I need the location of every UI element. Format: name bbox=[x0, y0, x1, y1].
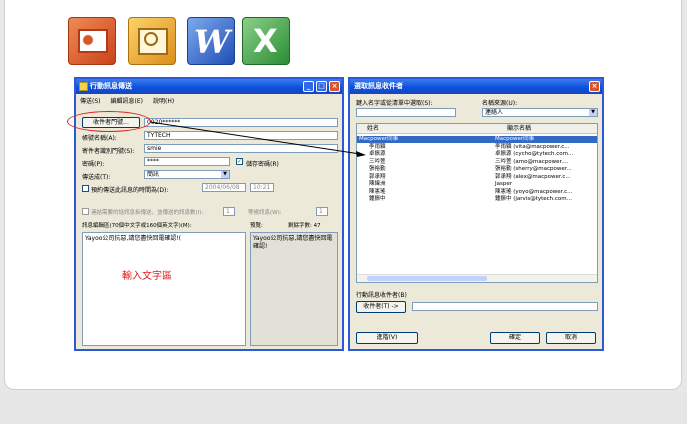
contact-name: 卓振源 bbox=[369, 151, 386, 157]
footer-bar bbox=[0, 392, 687, 424]
save-password-checkbox[interactable]: ✓ bbox=[236, 158, 243, 165]
send-window-toolbar: 傳送(S) 編輯訊息(E) 說明(H) bbox=[76, 94, 342, 107]
column-header-row: 姓名 顯示名稱 bbox=[357, 124, 597, 134]
contact-name: 鍾振中 bbox=[369, 196, 386, 202]
horizontal-scrollbar[interactable] bbox=[357, 274, 597, 282]
contact-name: 陳憲瑤 bbox=[369, 188, 386, 195]
add-recipient-button[interactable]: 收件者(T) -> bbox=[356, 301, 406, 313]
password-label: 密碼(P): bbox=[82, 161, 105, 168]
advanced-button[interactable]: 進階(V) bbox=[356, 332, 418, 344]
contact-row[interactable]: 鍾振中 鍾振中 (jarvis@tytech.com... bbox=[357, 196, 597, 203]
close-button[interactable]: × bbox=[589, 81, 600, 92]
long-message-count[interactable]: 1 bbox=[223, 207, 235, 216]
message-edit-area[interactable]: Yayoo公司抗惡,請您盡快回電確認!( bbox=[82, 232, 246, 346]
help-menu[interactable]: 說明(H) bbox=[153, 96, 174, 105]
contact-row[interactable]: 李雨穎 李雨穎 (vita@macpower.c... bbox=[357, 144, 597, 151]
close-button[interactable]: × bbox=[329, 81, 340, 92]
contact-row[interactable]: 陳緯洲 Jasper bbox=[357, 181, 597, 188]
input-area-annotation: 輸入文字區 bbox=[122, 271, 172, 282]
contact-display-name: 郭承翔 (alex@macpower.c... bbox=[495, 173, 571, 180]
contact-row[interactable]: 三吟萱 三吟萱 (amo@macpower.... bbox=[357, 159, 597, 166]
source-value: 連絡人 bbox=[485, 109, 504, 116]
maximize-button[interactable]: □ bbox=[316, 81, 327, 92]
contact-name: 郭承翔 bbox=[369, 173, 386, 180]
minimize-button[interactable]: _ bbox=[303, 81, 314, 92]
outlook-icon bbox=[128, 17, 176, 65]
display-column-header[interactable]: 顯示名稱 bbox=[507, 124, 531, 134]
sender-id-label: 寄件者識別門號(S): bbox=[82, 148, 135, 155]
contact-name: 李雨穎 bbox=[369, 143, 386, 150]
contact-row[interactable]: 張裕勤 張裕勤 (sherry@macpower... bbox=[357, 166, 597, 173]
recipient-highlight-oval bbox=[67, 111, 151, 132]
edit-message-menu[interactable]: 編輯訊息(E) bbox=[111, 96, 143, 105]
source-label: 名稱來源(U): bbox=[482, 100, 518, 107]
account-label: 帳號名稱(A): bbox=[82, 135, 117, 142]
resend-count[interactable]: 1 bbox=[316, 207, 328, 216]
recipient-field[interactable]: 0920****** bbox=[144, 118, 338, 127]
preview-text: Yayoo公司抗惡,請您盡快回電確認! bbox=[253, 235, 333, 250]
contact-row[interactable]: 陳憲瑤 陳憲瑤 (yoyo@macpower.c... bbox=[357, 189, 597, 196]
recipients-label: 行動訊息收件者(B) bbox=[356, 292, 407, 299]
select-recipient-window: 選取訊息收件者 × 鍵入名字或從清單中選取(S): 名稱來源(U): 連絡人 ▼… bbox=[348, 77, 604, 351]
chevron-down-icon: ▼ bbox=[221, 171, 229, 178]
scrollbar-thumb[interactable] bbox=[367, 276, 487, 281]
contact-display-name: 卓振源 (cycho@tytech.com... bbox=[495, 151, 574, 157]
schedule-time-field[interactable]: 10:21 bbox=[250, 183, 274, 192]
sender-id-field[interactable]: smie bbox=[144, 144, 338, 153]
send-window-titlebar: 行動訊息傳送 _ □ × bbox=[76, 79, 342, 94]
contact-row[interactable]: Macpower同事 Macpower同事 bbox=[357, 136, 597, 143]
source-select[interactable]: 連絡人 ▼ bbox=[482, 108, 598, 117]
schedule-label: 預約傳送此訊息的時間為(D): bbox=[91, 187, 169, 194]
contact-row[interactable]: 卓振源 卓振源 (cycho@tytech.com... bbox=[357, 151, 597, 158]
ok-button[interactable]: 確定 bbox=[490, 332, 540, 344]
preview-label: 預覽: bbox=[250, 223, 263, 229]
long-message-label: 連結需要的話訊息拆傳送，並傳送的訊息數(I): bbox=[91, 210, 204, 216]
contact-display-name: 鍾振中 (jarvis@tytech.com... bbox=[495, 196, 572, 202]
word-icon: W bbox=[187, 17, 235, 65]
contact-list[interactable]: 姓名 顯示名稱 Macpower同事 Macpower同事 李雨穎 李雨穎 (vita… bbox=[356, 123, 598, 283]
message-text: Yayoo公司抗惡,請您盡快回電確認!( bbox=[85, 235, 182, 242]
send-window-title: 行動訊息傳送 bbox=[90, 82, 132, 90]
contact-display-name: 李雨穎 (vita@macpower.c... bbox=[495, 143, 570, 150]
send-mode-label: 傳送成(T): bbox=[82, 174, 111, 181]
schedule-checkbox[interactable] bbox=[82, 185, 89, 192]
long-message-checkbox[interactable] bbox=[82, 208, 89, 215]
contact-display-name: 陳憲瑤 (yoyo@macpower.c... bbox=[495, 188, 573, 195]
remaining-count: 剩餘字數: 47 bbox=[288, 223, 321, 229]
message-app-icon bbox=[79, 82, 88, 91]
search-label: 鍵入名字或從清單中選取(S): bbox=[356, 100, 433, 107]
edit-area-label: 訊息編輯區(70個中文字或160個英文字)(M): bbox=[82, 223, 192, 229]
search-input[interactable] bbox=[356, 108, 456, 117]
resend-label: 等候訊息(W): bbox=[248, 210, 282, 216]
schedule-date-field[interactable]: 2004/06/08 bbox=[202, 183, 246, 192]
contact-display-name: Macpower同事 bbox=[495, 136, 535, 142]
send-mode-select[interactable]: 簡訊 ▼ bbox=[144, 170, 230, 179]
contact-name: 三吟萱 bbox=[369, 158, 386, 165]
account-field[interactable]: TYTECH bbox=[144, 131, 338, 140]
powerpoint-icon bbox=[68, 17, 116, 65]
message-preview: Yayoo公司抗惡,請您盡快回電確認! bbox=[250, 232, 338, 346]
recipients-field[interactable] bbox=[412, 302, 598, 311]
contact-name: Macpower同事 bbox=[359, 136, 399, 142]
contact-window-title: 選取訊息收件者 bbox=[354, 82, 403, 90]
contact-display-name: 張裕勤 (sherry@macpower... bbox=[495, 166, 572, 172]
chevron-down-icon: ▼ bbox=[589, 109, 597, 116]
password-field[interactable]: **** bbox=[144, 157, 230, 166]
contact-display-name: 三吟萱 (amo@macpower.... bbox=[495, 158, 569, 165]
send-mode-value: 簡訊 bbox=[147, 171, 160, 178]
excel-icon: X bbox=[242, 17, 290, 65]
contact-row[interactable]: 郭承翔 郭承翔 (alex@macpower.c... bbox=[357, 174, 597, 181]
contact-name: 張裕勤 bbox=[369, 166, 386, 172]
send-menu[interactable]: 傳送(S) bbox=[80, 96, 101, 105]
contact-display-name: Jasper bbox=[495, 181, 512, 187]
contact-window-titlebar: 選取訊息收件者 × bbox=[350, 79, 602, 94]
save-password-label: 儲存密碼(R) bbox=[246, 161, 279, 168]
name-column-header[interactable]: 姓名 bbox=[367, 124, 379, 134]
contact-name: 陳緯洲 bbox=[369, 181, 386, 187]
cancel-button[interactable]: 取消 bbox=[546, 332, 596, 344]
